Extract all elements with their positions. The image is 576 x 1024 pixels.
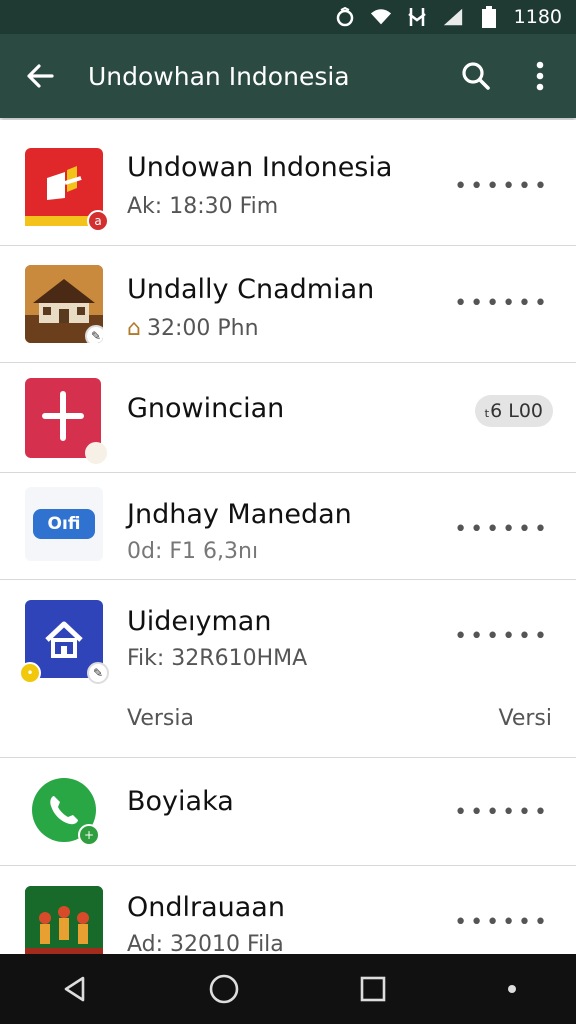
list-item[interactable]: ✎ Undally Cnadmian ⌂ 32:00 Phn •••••• [0,246,576,363]
wifi-icon [370,6,392,28]
dot-icon[interactable] [492,959,532,1019]
signal-icon [442,6,464,28]
app-subtitle: ⌂ 32:00 Phn [127,316,259,341]
system-nav-bar [0,954,576,1024]
page-title: Undowhan Indonesia [88,61,350,91]
app-toolbar: Undowhan Indonesia [0,34,576,118]
more-dots-icon[interactable]: •••••• [454,802,550,824]
data-icon [406,6,428,28]
more-vert-icon[interactable] [508,34,572,118]
app-icon: a [25,148,109,232]
list-item[interactable]: Gnowincian ₜ6 L00 [0,363,576,473]
price-pill[interactable]: ₜ6 L00 [474,395,553,427]
app-subtitle: Ak: 18:30 Fim [127,194,279,219]
back-triangle-icon[interactable] [45,959,105,1019]
star-badge-icon: • [19,662,41,684]
more-dots-icon[interactable]: •••••• [454,912,550,934]
app-name: Undally Cnadmian [127,274,375,305]
app-name: Ondlrauaan [127,892,285,923]
app-subtitle: Ad: 32010 Fila [127,932,284,954]
house-small-icon: ⌂ [127,316,141,341]
app-name: Uideıyman [127,606,272,637]
back-arrow-icon[interactable] [4,34,76,118]
phone-app-icon: + [32,778,100,846]
app-icon: • ✎ [19,600,109,684]
list-item[interactable]: Oıfi Jndhay Manedan 0d: F1 6,3nı •••••• [0,473,576,580]
app-list: a Undowan Indonesia Ak: 18:30 Fim ••••••… [0,120,576,954]
more-dots-icon[interactable]: •••••• [454,519,550,541]
badge-icon: a [87,210,109,232]
badge-icon [85,442,107,464]
list-item[interactable]: • ✎ Uideıyman Fik: 32R610HMA •••••• Vers… [0,580,576,758]
app-subtitle: 0d: F1 6,3nı [127,539,259,564]
app-icon-label: Oıfi [33,509,95,539]
app-icon: Oıfi [25,487,103,561]
home-circle-icon[interactable] [194,959,254,1019]
add-badge-icon: + [78,824,100,846]
app-icon [25,378,107,464]
more-dots-icon[interactable]: •••••• [454,626,550,648]
alarm-icon [334,6,356,28]
search-icon[interactable] [444,34,508,118]
recents-square-icon[interactable] [343,959,403,1019]
app-icon [25,886,103,954]
app-name: Gnowincian [127,393,285,424]
list-item[interactable]: a Undowan Indonesia Ak: 18:30 Fim •••••• [0,120,576,246]
house-photo-icon: ✎ [25,265,103,343]
status-time: 1180 [513,6,562,28]
more-dots-icon[interactable]: •••••• [454,293,550,315]
app-name: Jndhay Manedan [127,499,352,530]
status-bar: 1180 [0,0,576,34]
list-item[interactable]: Ondlrauaan Ad: 32010 Fila •••••• [0,866,576,954]
battery-icon [478,6,500,28]
app-name: Boyiaka [127,786,234,817]
more-dots-icon[interactable]: •••••• [454,176,550,198]
version-value: Versi [498,706,553,731]
subtitle-text: 32:00 Phn [146,316,259,341]
list-item[interactable]: + Boyiaka •••••• [0,758,576,866]
app-name: Undowan Indonesia [127,152,393,183]
version-label: Versia [127,706,194,731]
edit-badge-icon: ✎ [85,325,103,343]
edit-badge-icon: ✎ [87,662,109,684]
app-subtitle: Fik: 32R610HMA [127,646,308,671]
